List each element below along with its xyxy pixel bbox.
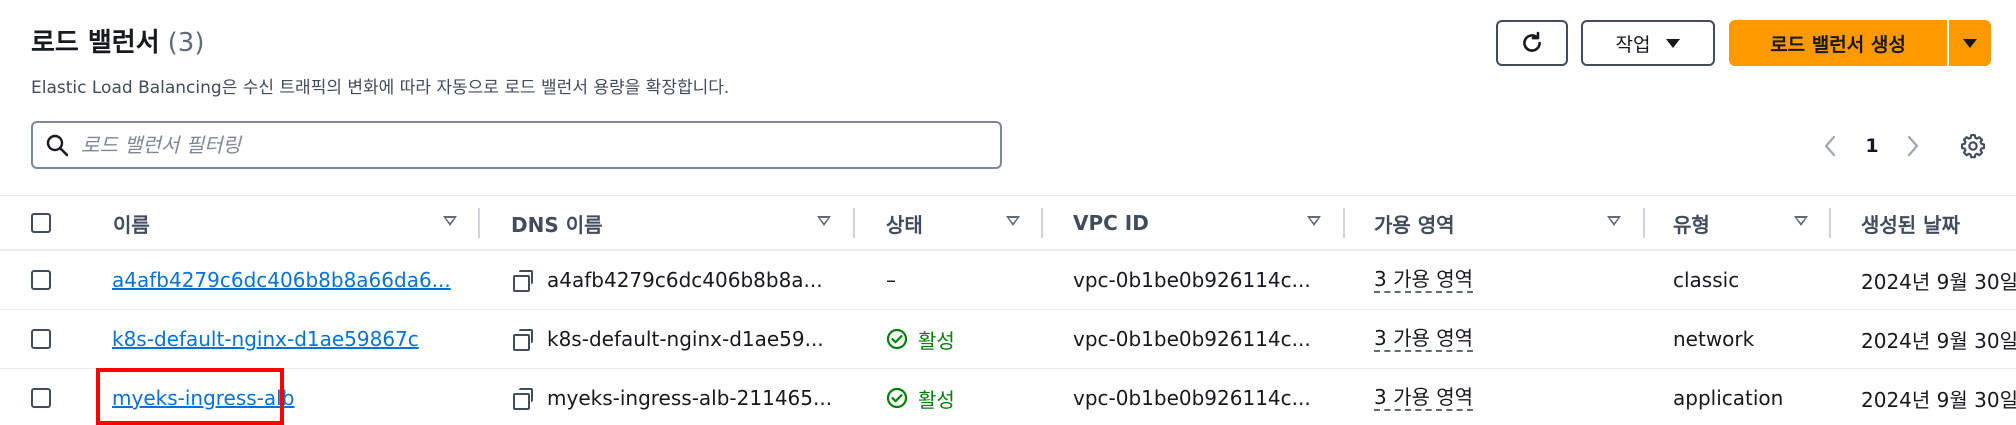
availability-zones-popover[interactable]: 3 가용 영역 bbox=[1374, 326, 1474, 352]
create-label: 로드 밸런서 생성 bbox=[1770, 33, 1906, 56]
page-title: 로드 밸런서 (3) bbox=[31, 22, 205, 59]
created-date: 2024년 9월 30일 bbox=[1861, 387, 2016, 412]
load-balancer-type: application bbox=[1673, 386, 1784, 410]
row-checkbox[interactable] bbox=[31, 270, 51, 290]
chevron-left-icon bbox=[1824, 135, 1836, 157]
column-divider[interactable] bbox=[1041, 208, 1043, 238]
sort-icon[interactable] bbox=[443, 216, 457, 226]
chevron-right-icon bbox=[1907, 135, 1919, 157]
sort-icon[interactable] bbox=[817, 216, 831, 226]
dns-name: k8s-default-nginx-d1ae59... bbox=[547, 327, 824, 351]
search-icon bbox=[46, 134, 69, 157]
availability-zones-popover[interactable]: 3 가용 영역 bbox=[1374, 267, 1474, 293]
column-divider[interactable] bbox=[1829, 208, 1831, 238]
table-row[interactable]: myeks-ingress-alb myeks-ingress-alb-2114… bbox=[0, 369, 2016, 425]
load-balancer-type: network bbox=[1673, 327, 1755, 351]
column-header-type[interactable]: 유형 bbox=[1673, 196, 1710, 250]
column-header-name[interactable]: 이름 bbox=[113, 196, 150, 250]
copy-icon[interactable] bbox=[513, 270, 533, 292]
caret-down-icon bbox=[1666, 38, 1681, 48]
table-row[interactable]: a4afb4279c6dc406b8b8a66da6... a4afb4279c… bbox=[0, 251, 2016, 310]
vpc-id: vpc-0b1be0b926114c... bbox=[1073, 327, 1311, 351]
column-divider[interactable] bbox=[1643, 208, 1645, 238]
sort-icon[interactable] bbox=[1607, 216, 1621, 226]
page-description: Elastic Load Balancing은 수신 트래픽의 변화에 따라 자… bbox=[31, 78, 730, 98]
check-circle-icon bbox=[886, 328, 908, 350]
highlight-annotation-box bbox=[96, 368, 284, 425]
create-options-dropdown-button[interactable] bbox=[1949, 20, 1991, 66]
row-checkbox[interactable] bbox=[31, 329, 51, 349]
vpc-id: vpc-0b1be0b926114c... bbox=[1073, 268, 1311, 292]
sort-icon[interactable] bbox=[1794, 216, 1808, 226]
load-balancer-name-link[interactable]: a4afb4279c6dc406b8b8a66da6... bbox=[112, 268, 451, 292]
filter-search-box[interactable] bbox=[31, 121, 1002, 169]
vpc-id: vpc-0b1be0b926114c... bbox=[1073, 386, 1311, 410]
page-title-text: 로드 밸런서 bbox=[31, 28, 160, 58]
sort-icon[interactable] bbox=[1307, 216, 1321, 226]
filter-input[interactable] bbox=[81, 133, 961, 157]
created-date: 2024년 9월 30일 bbox=[1861, 269, 2016, 294]
previous-page-button[interactable] bbox=[1815, 130, 1845, 162]
dns-name: myeks-ingress-alb-211465... bbox=[547, 386, 833, 410]
check-circle-icon bbox=[886, 387, 908, 409]
availability-zones-popover[interactable]: 3 가용 영역 bbox=[1374, 385, 1474, 411]
load-balancer-name-link[interactable]: k8s-default-nginx-d1ae59867c bbox=[112, 327, 419, 351]
status-text: 활성 bbox=[918, 328, 955, 353]
row-checkbox[interactable] bbox=[31, 388, 51, 408]
gear-icon bbox=[1960, 133, 1986, 159]
load-balancer-type: classic bbox=[1673, 268, 1740, 292]
actions-dropdown-button[interactable]: 작업 bbox=[1581, 20, 1715, 66]
sort-icon[interactable] bbox=[1006, 216, 1020, 226]
dns-name: a4afb4279c6dc406b8b8a... bbox=[547, 268, 823, 292]
column-header-availability-zones[interactable]: 가용 영역 bbox=[1374, 196, 1455, 250]
item-count: (3) bbox=[167, 28, 205, 58]
status-active: 활성 bbox=[886, 325, 955, 354]
column-header-vpc-id[interactable]: VPC ID bbox=[1073, 196, 1149, 250]
created-date: 2024년 9월 30일 bbox=[1861, 328, 2016, 353]
column-divider[interactable] bbox=[478, 208, 480, 238]
create-load-balancer-button[interactable]: 로드 밸런서 생성 bbox=[1729, 20, 1947, 66]
refresh-icon bbox=[1523, 31, 1541, 52]
column-divider[interactable] bbox=[853, 208, 855, 238]
select-all-checkbox[interactable] bbox=[31, 213, 51, 233]
actions-label: 작업 bbox=[1615, 33, 1651, 56]
table-preferences-button[interactable] bbox=[1955, 130, 1991, 162]
copy-icon[interactable] bbox=[513, 329, 533, 351]
column-header-status[interactable]: 상태 bbox=[886, 196, 923, 250]
refresh-button[interactable] bbox=[1496, 20, 1568, 66]
column-header-dns-name[interactable]: DNS 이름 bbox=[511, 196, 603, 250]
copy-icon[interactable] bbox=[513, 388, 533, 410]
table-header: 이름 DNS 이름 상태 VPC ID 가용 영역 유형 생성된 날짜 bbox=[0, 195, 2016, 251]
current-page-number[interactable]: 1 bbox=[1860, 130, 1884, 162]
status-text: – bbox=[886, 268, 896, 292]
column-divider[interactable] bbox=[1343, 208, 1345, 238]
status-text: 활성 bbox=[918, 387, 955, 412]
column-header-created-date[interactable]: 생성된 날짜 bbox=[1861, 196, 1960, 250]
caret-down-icon bbox=[1963, 38, 1977, 48]
status-active: 활성 bbox=[886, 384, 955, 413]
next-page-button[interactable] bbox=[1898, 130, 1928, 162]
table-row[interactable]: k8s-default-nginx-d1ae59867c k8s-default… bbox=[0, 310, 2016, 369]
